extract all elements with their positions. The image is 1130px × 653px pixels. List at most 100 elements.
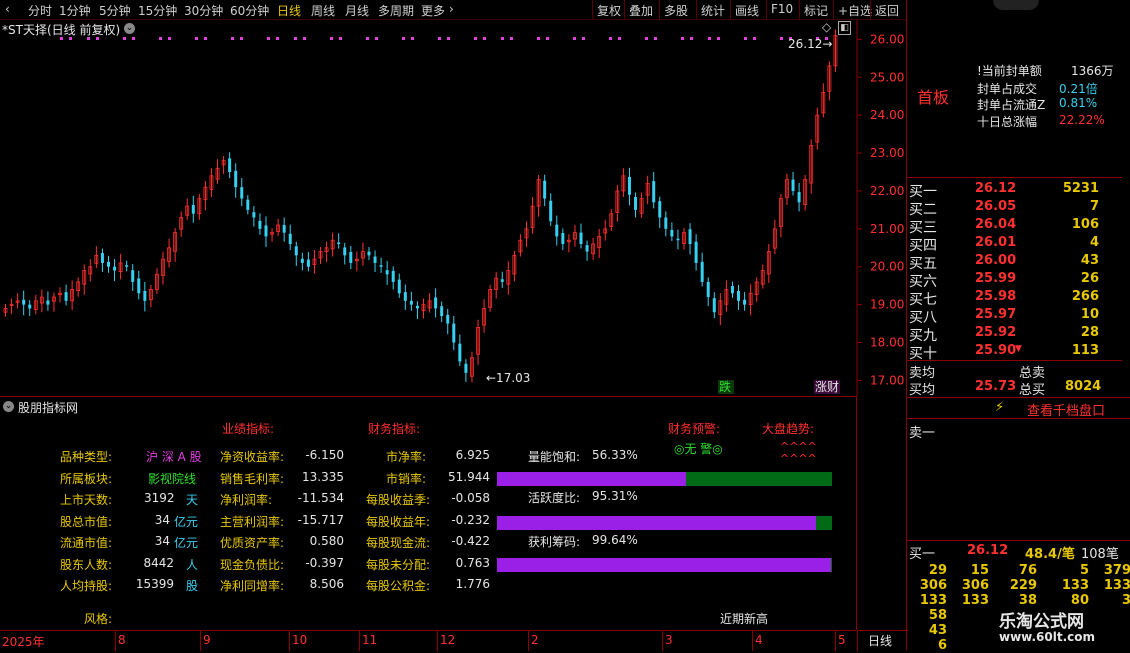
toolbar-item-1[interactable]: 1分钟 — [59, 2, 91, 19]
chevron-right-icon[interactable]: › — [449, 2, 454, 16]
signal-dot — [195, 37, 198, 40]
x-tick-label: 2 — [531, 633, 539, 647]
toolbar-item-10[interactable]: 更多 — [421, 2, 445, 19]
bid-price: 25.90 — [975, 343, 1017, 358]
candle-body-down — [440, 306, 444, 316]
toolbar-right-item-7[interactable]: +自选 — [838, 2, 872, 19]
sell-one-label: 卖一 — [909, 426, 936, 441]
toolbar-right-item-2[interactable]: 多股 — [664, 2, 688, 19]
toolbar-right-item-5[interactable]: F10 — [771, 2, 793, 16]
x-tick-line — [359, 631, 360, 651]
indicator-panel: ⌄ 股朋指标网 业绩指标: 财务指标: 财务预警: 大盘趋势: ◎无 警◎ ^^… — [0, 396, 857, 630]
diamond-icon[interactable]: ◇ — [822, 20, 831, 34]
queue-cell: 76 — [1018, 563, 1037, 578]
candle-body-down — [658, 201, 662, 218]
candle-body-down — [349, 251, 353, 263]
bar-label: 量能饱和: — [528, 450, 581, 464]
left-row-label: 所属板块: — [60, 471, 113, 486]
x-tick-line — [115, 631, 116, 651]
candle-body-down — [300, 258, 304, 263]
bid-label: 买二 — [909, 202, 937, 218]
y-tick-label: 17.00 — [870, 373, 904, 387]
chevron-down-icon[interactable]: ⌄ — [3, 401, 14, 412]
bid-label: 买一 — [909, 184, 937, 200]
signal-dot — [654, 37, 657, 40]
kline-svg[interactable]: 26.00 25.00 24.00 23.00 22.00 21.00 20.00 19.00… — [0, 20, 906, 396]
toolbar-right-item-1[interactable]: 叠加 — [629, 2, 653, 19]
toolbar-right-item-4[interactable]: 画线 — [735, 2, 759, 19]
signal-dot — [375, 37, 378, 40]
toolbar-item-9[interactable]: 多周期 — [378, 2, 414, 19]
candle-body-down — [46, 300, 50, 305]
toggle-panel-icon[interactable]: ◧ — [838, 21, 851, 35]
view-depth-button[interactable]: 查看千档盘口 — [1027, 400, 1105, 419]
chevron-down-icon[interactable]: ⌄ — [124, 23, 135, 34]
toolbar-right-item-8[interactable]: 返回 — [875, 2, 899, 19]
signal-dot — [303, 37, 306, 40]
candle-body-down — [137, 278, 141, 294]
kline-chart[interactable]: 26.00 25.00 24.00 23.00 22.00 21.00 20.00 19.00… — [0, 20, 906, 396]
toolbar-item-2[interactable]: 5分钟 — [99, 2, 131, 19]
bid-label: 买六 — [909, 274, 937, 290]
mid-row-value: 8.506 — [309, 577, 344, 591]
toolbar-item-5[interactable]: 60分钟 — [230, 2, 269, 19]
candle-body-down — [434, 297, 438, 309]
bar-label: 获利筹码: — [528, 535, 581, 549]
toolbar-item-0[interactable]: 分时 — [28, 2, 52, 19]
toolbar-right-item-3[interactable]: 统计 — [701, 2, 725, 19]
bid-price: 26.12 — [975, 181, 1017, 196]
candle-body-down — [258, 220, 262, 229]
y-tick-label: 22.00 — [870, 184, 904, 198]
queue-cell: 58 — [928, 608, 947, 623]
toolbar-right-item-0[interactable]: 复权 — [597, 2, 621, 19]
toolbar-item-7[interactable]: 周线 — [311, 2, 335, 19]
queue-cell: 15 — [970, 563, 989, 578]
candle-body-down — [282, 225, 286, 233]
fin-row-label: 每股未分配: — [366, 557, 431, 572]
candle-body-down — [712, 298, 716, 313]
toolbar-item-6[interactable]: 日线 — [277, 2, 301, 19]
trend-value-2: ^^^^ — [780, 452, 817, 465]
candle-body-down — [288, 233, 292, 244]
x-tick-label: 5 — [838, 633, 846, 647]
candle-body-down — [64, 292, 68, 301]
bid-price: 26.01 — [975, 235, 1017, 250]
signal-dot — [366, 37, 369, 40]
candle-body-down — [700, 261, 704, 282]
toolbar-left-arrow-icon[interactable]: ‹ — [5, 2, 10, 16]
signal-dot — [645, 37, 648, 40]
candle-body-down — [125, 265, 129, 267]
chart-title: *ST天择(日线 前复权) — [2, 23, 121, 37]
toolbar-separator — [696, 0, 697, 19]
style-label: 风格: — [84, 612, 113, 626]
signal-dot — [168, 37, 171, 40]
badge-fall: 跌 — [719, 379, 731, 394]
candle-body-down — [706, 281, 710, 298]
trend-value-1: ^^^^ — [780, 440, 817, 453]
x-tick-line — [200, 631, 201, 651]
section-perf: 业绩指标: — [222, 422, 275, 436]
divider — [907, 177, 1122, 178]
bid-price: 26.04 — [975, 217, 1017, 232]
queue-cell: 43 — [928, 623, 947, 638]
time-axis: 2025年 8 9 10 11 12 2 3 4 5 — [0, 630, 856, 651]
bid-price: 25.98 — [975, 289, 1017, 304]
divider — [907, 540, 1130, 541]
toolbar-item-3[interactable]: 15分钟 — [138, 2, 177, 19]
toolbar-right-item-6[interactable]: 标记 — [804, 2, 828, 19]
left-row-value: 15399 — [135, 577, 174, 591]
toolbar-item-8[interactable]: 月线 — [345, 2, 369, 19]
bid-volume: 10 — [1080, 307, 1099, 322]
left-row-value: 8442 — [143, 555, 174, 570]
toolbar-separator — [870, 0, 871, 19]
candle-body-down — [585, 245, 589, 252]
toolbar-item-4[interactable]: 30分钟 — [184, 2, 223, 19]
watermark-url: www.60lt.com — [999, 630, 1096, 644]
candle-body-down — [452, 323, 456, 343]
fin-row-label: 每股收益年: — [366, 514, 431, 529]
mid-row-value: -6.150 — [305, 448, 344, 462]
bar-label: 活跃度比: — [528, 491, 581, 505]
left-row-label: 股东人数: — [60, 557, 113, 572]
y-tick-label: 21.00 — [870, 222, 904, 236]
divider — [907, 360, 1122, 361]
